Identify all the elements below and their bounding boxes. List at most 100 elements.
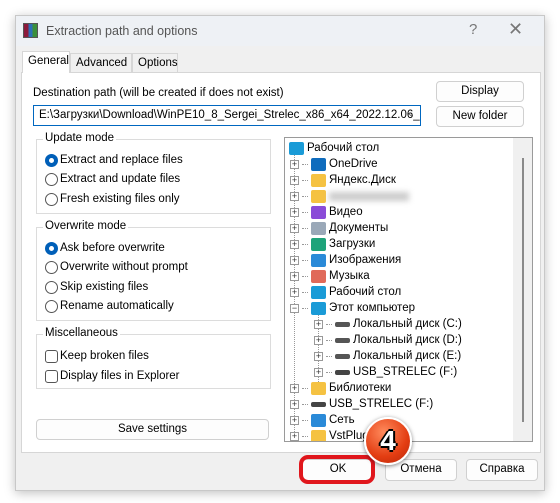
tree-item[interactable]: − Этот компьютер: [290, 300, 415, 316]
expand-icon[interactable]: +: [290, 159, 299, 169]
new-folder-button[interactable]: New folder: [436, 106, 524, 127]
tree-item-label: Этот компьютер: [329, 302, 415, 314]
drive-icon: [335, 337, 350, 343]
network-icon: [311, 413, 326, 427]
tree-item[interactable]: + Загрузки: [290, 236, 375, 252]
expand-icon[interactable]: +: [314, 367, 323, 377]
expand-icon[interactable]: +: [290, 415, 299, 425]
help-button[interactable]: ?: [469, 21, 477, 38]
tree-connector: [302, 403, 308, 405]
title-bar: Extraction path and options ? ✕: [16, 16, 544, 46]
radio-skip-existing[interactable]: Skip existing files: [45, 279, 148, 295]
tree-item-label: Сеть: [329, 414, 355, 426]
drive-icon: [335, 321, 350, 327]
expand-icon[interactable]: +: [290, 175, 299, 185]
tree-item[interactable]: + Яндекс.Диск: [290, 172, 396, 188]
tree-item-label: USB_STRELEC (F:): [353, 366, 458, 378]
tree-item[interactable]: + Локальный диск (D:): [314, 332, 462, 348]
option-label: Keep broken files: [60, 350, 149, 362]
tree-item-label: Документы: [329, 222, 389, 234]
tab-options[interactable]: Options: [132, 53, 178, 73]
download-icon: [311, 237, 326, 251]
radio-ask-before-overwrite[interactable]: Ask before overwrite: [45, 240, 165, 256]
radio-icon[interactable]: [45, 241, 58, 255]
checkbox-display-in-explorer[interactable]: Display files in Explorer: [45, 368, 180, 384]
usb-drive-icon: [335, 369, 350, 375]
scrollbar-thumb[interactable]: [522, 158, 524, 422]
computer-icon: [311, 301, 326, 315]
tab-general[interactable]: General: [22, 51, 70, 73]
tree-item[interactable]: + Видео: [290, 204, 363, 220]
tree-item[interactable]: + Сеть: [290, 412, 355, 428]
expand-icon[interactable]: +: [290, 399, 299, 409]
radio-fresh-existing[interactable]: Fresh existing files only: [45, 191, 180, 207]
tree-item[interactable]: Рабочий стол: [289, 140, 379, 156]
tree-item[interactable]: + Библиотеки: [290, 380, 391, 396]
radio-rename-automatically[interactable]: Rename automatically: [45, 298, 174, 314]
expand-icon[interactable]: +: [290, 383, 299, 393]
tree-connector: [326, 339, 332, 341]
tree-item[interactable]: + Локальный диск (C:): [314, 316, 462, 332]
tree-connector: [326, 355, 332, 357]
tree-item[interactable]: + OneDrive: [290, 156, 378, 172]
chevron-down-icon[interactable]: ⌄: [407, 108, 415, 119]
expand-icon[interactable]: +: [314, 351, 323, 361]
checkbox-keep-broken-files[interactable]: Keep broken files: [45, 348, 149, 364]
tree-item[interactable]: + USB_STRELEC (F:): [290, 396, 433, 412]
tree-connector: [302, 275, 308, 277]
tree-item[interactable]: + Документы: [290, 220, 388, 236]
collapse-icon[interactable]: −: [290, 303, 299, 313]
miscellaneous-group: Miscellaneous Keep broken files Display …: [36, 327, 271, 389]
expand-icon[interactable]: +: [290, 255, 299, 265]
tree-item[interactable]: + USB_STRELEC (F:): [314, 364, 457, 380]
radio-icon[interactable]: [45, 299, 58, 313]
radio-icon[interactable]: [45, 260, 58, 274]
checkbox-icon[interactable]: [45, 369, 58, 383]
expand-icon[interactable]: +: [290, 271, 299, 281]
display-button[interactable]: Display: [436, 81, 524, 102]
tree-item-label: Локальный диск (E:): [353, 350, 462, 362]
checkbox-icon[interactable]: [45, 349, 58, 363]
help-dialog-button[interactable]: Справка: [466, 459, 538, 481]
tree-item-label: Локальный диск (D:): [353, 334, 462, 346]
tree-item[interactable]: + Локальный диск (E:): [314, 348, 461, 364]
expand-icon[interactable]: +: [290, 287, 299, 297]
tree-item[interactable]: + Рабочий стол: [290, 284, 401, 300]
radio-overwrite-without-prompt[interactable]: Overwrite without prompt: [45, 259, 188, 275]
option-label: Extract and replace files: [60, 154, 183, 166]
folder-tree[interactable]: Рабочий стол + OneDrive + Яндекс.Диск + + Видео…: [284, 137, 533, 442]
radio-icon[interactable]: [45, 192, 58, 206]
usb-drive-icon: [311, 401, 326, 407]
tree-item[interactable]: + Музыка: [290, 268, 370, 284]
expand-icon[interactable]: +: [290, 223, 299, 233]
tree-connector: [326, 371, 332, 373]
radio-icon[interactable]: [45, 153, 58, 167]
expand-icon[interactable]: +: [290, 239, 299, 249]
tree-connector: [302, 291, 308, 293]
tree-item-label: Видео: [329, 206, 363, 218]
expand-icon[interactable]: +: [290, 431, 299, 441]
radio-extract-update[interactable]: Extract and update files: [45, 171, 180, 187]
tab-advanced[interactable]: Advanced: [70, 53, 132, 73]
radio-icon[interactable]: [45, 280, 58, 294]
tree-item-label: Рабочий стол: [329, 286, 402, 298]
document-icon: [311, 221, 326, 235]
expand-icon[interactable]: +: [290, 207, 299, 217]
vertical-scrollbar[interactable]: [513, 138, 532, 441]
tree-item-label: Изображения: [329, 254, 402, 266]
radio-icon[interactable]: [45, 172, 58, 186]
expand-icon[interactable]: +: [290, 191, 299, 201]
tree-item[interactable]: + Изображения: [290, 252, 401, 268]
destination-path-combobox[interactable]: E:\Загрузки\Download\WinPE10_8_Sergei_St…: [33, 105, 421, 126]
cloud-icon: [311, 157, 326, 171]
expand-icon[interactable]: +: [314, 335, 323, 345]
option-label: Overwrite without prompt: [60, 261, 188, 273]
save-settings-button[interactable]: Save settings: [36, 419, 269, 440]
tree-item[interactable]: +: [290, 188, 409, 204]
tree-connector: [302, 179, 308, 181]
radio-extract-replace[interactable]: Extract and replace files: [45, 152, 183, 168]
folder-icon: [311, 173, 326, 187]
close-button[interactable]: ✕: [508, 19, 523, 40]
tree-connector: [302, 435, 308, 437]
expand-icon[interactable]: +: [314, 319, 323, 329]
